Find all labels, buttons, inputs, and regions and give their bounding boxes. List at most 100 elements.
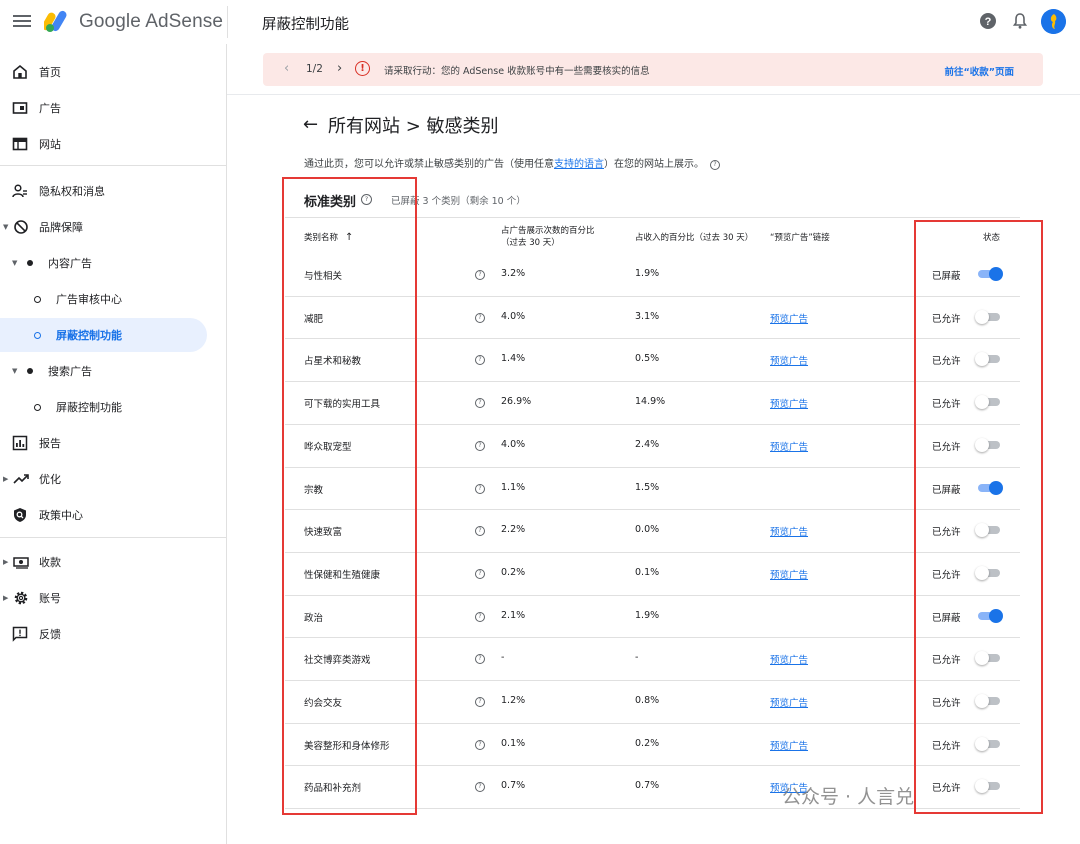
supported-languages-link[interactable]: 支持的语言	[554, 159, 604, 170]
help-icon[interactable]: ?	[475, 697, 485, 707]
preview-ads-link[interactable]: 预览广告	[770, 567, 808, 581]
avatar[interactable]	[1041, 9, 1066, 34]
sidebar-item-feedback[interactable]: 反馈	[0, 617, 226, 651]
block-toggle[interactable]	[975, 481, 1003, 495]
sidebar-item-optimization[interactable]: ▶ 优化	[0, 462, 226, 496]
preview-ads-link[interactable]: 预览广告	[770, 695, 808, 709]
category-name: 宗教	[304, 485, 324, 496]
impressions-percent: 1.2%	[501, 695, 526, 706]
sidebar-item-reports[interactable]: 报告	[0, 426, 226, 460]
toggle-thumb	[975, 651, 989, 665]
sidebar-item-label: 搜索广告	[48, 365, 92, 378]
help-icon[interactable]: ?	[475, 355, 485, 365]
table-top-rule	[285, 217, 1020, 218]
back-arrow-icon[interactable]: ←	[303, 114, 318, 135]
impressions-percent: 0.7%	[501, 780, 526, 791]
block-toggle[interactable]	[975, 438, 1003, 452]
block-toggle[interactable]	[975, 523, 1003, 537]
sidebar-item-content-ads[interactable]: ▼ 内容广告	[0, 246, 226, 280]
caret-right-icon: ▶	[3, 594, 9, 602]
preview-ads-link[interactable]: 预览广告	[770, 652, 808, 666]
impressions-percent: 0.2%	[501, 567, 526, 578]
sidebar-item-policy-center[interactable]: 政策中心	[0, 498, 226, 532]
settings-icon	[14, 591, 28, 605]
go-to-payments-link[interactable]: 前往“收款”页面	[945, 64, 1015, 78]
revenue-percent: 3.1%	[635, 311, 660, 322]
help-icon[interactable]: ?	[475, 441, 485, 451]
column-header-name[interactable]: 类别名称 ↑	[304, 231, 353, 243]
preview-ads-link[interactable]: 预览广告	[770, 353, 808, 367]
sidebar-item-payments[interactable]: ▶ 收款	[0, 545, 226, 579]
privacy-icon	[12, 184, 27, 198]
sidebar-item-label: 广告	[39, 102, 61, 115]
block-toggle[interactable]	[975, 310, 1003, 324]
block-toggle[interactable]	[975, 609, 1003, 623]
status-label: 已允许	[932, 655, 961, 666]
column-header-impressions[interactable]: 占广告展示次数的百分比 （过去 30 天）	[501, 225, 595, 249]
help-icon[interactable]: ?	[979, 12, 997, 30]
block-toggle[interactable]	[975, 694, 1003, 708]
revenue-percent: 0.5%	[635, 353, 660, 364]
top-bar: Google AdSense 屏蔽控制功能 ?	[0, 0, 1080, 44]
help-icon[interactable]: ?	[475, 270, 485, 280]
policy-icon	[14, 508, 26, 522]
chevron-left-icon[interactable]: ‹	[284, 61, 289, 76]
block-toggle[interactable]	[975, 737, 1003, 751]
revenue-percent: -	[635, 652, 639, 663]
revenue-percent: 0.2%	[635, 738, 660, 749]
column-header-revenue[interactable]: 占收入的百分比（过去 30 天）	[635, 231, 753, 243]
help-icon[interactable]: ?	[361, 194, 372, 205]
help-icon[interactable]: ?	[475, 612, 485, 622]
sidebar-item-search-blocking-controls[interactable]: 屏蔽控制功能	[0, 390, 226, 424]
notifications-icon[interactable]	[1011, 12, 1029, 30]
help-icon[interactable]: ?	[710, 160, 720, 170]
preview-ads-link[interactable]: 预览广告	[770, 396, 808, 410]
help-icon[interactable]: ?	[475, 313, 485, 323]
sidebar-item-blocking-controls[interactable]: 屏蔽控制功能	[0, 318, 207, 352]
sidebar-item-privacy[interactable]: 隐私权和消息	[0, 174, 226, 208]
preview-ads-link[interactable]: 预览广告	[770, 439, 808, 453]
bullet-ring-icon	[34, 331, 41, 339]
alert-pager: 1/2	[306, 63, 323, 75]
sidebar-item-ad-review-center[interactable]: 广告审核中心	[0, 282, 226, 316]
status-label: 已屏蔽	[932, 613, 961, 624]
preview-ads-link[interactable]: 预览广告	[770, 738, 808, 752]
adsense-logo-icon	[44, 10, 67, 32]
section-title: 标准类别	[304, 195, 357, 210]
impressions-percent: 3.2%	[501, 268, 526, 279]
sidebar-item-brand-safety[interactable]: ▼ 品牌保障	[0, 210, 226, 244]
impressions-percent: 4.0%	[501, 439, 526, 450]
category-name: 政治	[304, 613, 324, 624]
help-icon[interactable]: ?	[475, 484, 485, 494]
block-toggle[interactable]	[975, 395, 1003, 409]
block-toggle[interactable]	[975, 267, 1003, 281]
block-toggle[interactable]	[975, 779, 1003, 793]
table-row: 政治? 2.1% 1.9% 已屏蔽	[285, 595, 1020, 638]
toggle-thumb	[989, 267, 1003, 281]
help-icon[interactable]: ?	[475, 526, 485, 536]
revenue-percent: 0.8%	[635, 695, 660, 706]
menu-icon[interactable]	[13, 12, 31, 30]
help-icon[interactable]: ?	[475, 569, 485, 579]
category-name: 占星术和秘教	[304, 356, 362, 367]
sidebar-item-search-ads[interactable]: ▼ 搜索广告	[0, 354, 226, 388]
help-icon[interactable]: ?	[475, 740, 485, 750]
preview-ads-link[interactable]: 预览广告	[770, 524, 808, 538]
block-toggle[interactable]	[975, 352, 1003, 366]
help-icon[interactable]: ?	[475, 782, 485, 792]
help-icon[interactable]: ?	[475, 654, 485, 664]
block-toggle[interactable]	[975, 651, 1003, 665]
chevron-right-icon[interactable]: ›	[337, 61, 342, 76]
status-label: 已允许	[932, 314, 961, 325]
sidebar-item-account[interactable]: ▶ 账号	[0, 581, 226, 615]
preview-ads-link[interactable]: 预览广告	[770, 311, 808, 325]
table-row: 社交博弈类游戏? - - 预览广告 已允许	[285, 637, 1020, 680]
category-name: 社交博弈类游戏	[304, 655, 371, 666]
sidebar-item-sites[interactable]: 网站	[0, 127, 226, 161]
sidebar-item-ads[interactable]: 广告	[0, 91, 226, 125]
status-label: 已允许	[932, 698, 961, 709]
sidebar-item-home[interactable]: 首页	[0, 55, 226, 89]
bullet-icon	[27, 368, 33, 374]
help-icon[interactable]: ?	[475, 398, 485, 408]
block-toggle[interactable]	[975, 566, 1003, 580]
